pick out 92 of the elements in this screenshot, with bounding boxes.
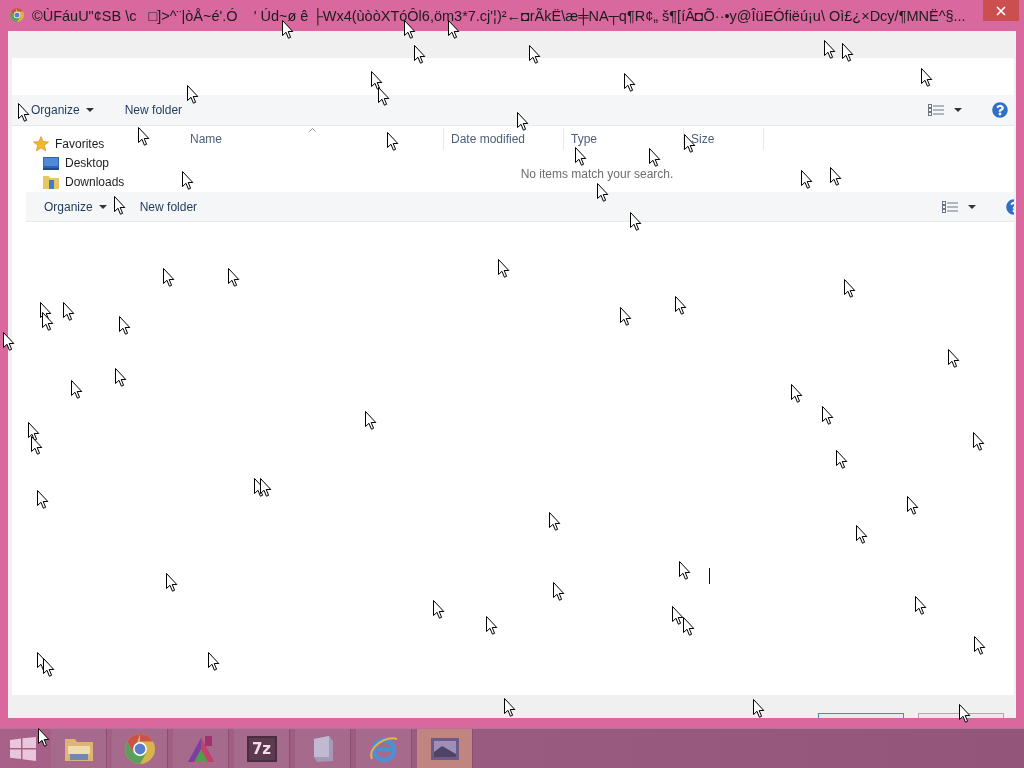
view-options-button[interactable]: [928, 104, 962, 116]
cursor-icon: [119, 316, 131, 335]
downloads-folder-icon: [43, 174, 59, 189]
cursor-icon: [71, 380, 83, 399]
cursor-icon: [683, 617, 695, 636]
cursor-icon: [63, 302, 75, 321]
new-folder-button[interactable]: New folder: [139, 199, 198, 214]
cursor-icon: [208, 652, 220, 671]
caret-icon: [98, 204, 107, 209]
cursor-icon: [907, 496, 919, 515]
cursor-icon: [679, 561, 691, 580]
caret-icon: [954, 108, 962, 112]
cursor-icon: [921, 68, 933, 87]
cursor-icon: [166, 573, 178, 592]
cursor-icon: [18, 103, 30, 122]
close-button[interactable]: [983, 0, 1019, 21]
cursor-icon: [504, 698, 516, 717]
cursor-icon: [182, 171, 194, 190]
cursor-icon: [836, 450, 848, 469]
cursor-icon: [43, 658, 55, 677]
help-icon: [992, 102, 1008, 118]
new-folder-button[interactable]: New folder: [124, 103, 183, 117]
cursor-icon: [830, 167, 842, 186]
cursor-icon: [791, 384, 803, 403]
archive-logo: 7z: [246, 735, 277, 762]
cursor-icon: [620, 307, 632, 326]
cursor-icon: [856, 525, 868, 544]
chrome-icon: [10, 8, 24, 22]
taskbar-button[interactable]: [295, 729, 351, 768]
taskbar-button[interactable]: [173, 729, 229, 768]
cursor-icon: [948, 349, 960, 368]
cursor-icon: [37, 490, 49, 509]
cursor-icon: [38, 728, 50, 747]
cursor-icon: [959, 704, 971, 723]
cursor-icon: [753, 699, 765, 718]
view-list-icon: [928, 104, 944, 116]
window-title: ©ÙFáuU"¢SB \c □]>^¨|òÅ~é'.Ó ' Úd~ø ê ├Wx4(ùòòXTóÔl6,öm3*7.cj'¦)²←◘rÃkË\æ╪NA┬q¶R¢„ š¶[íÂ◘Õ··•y@ÎüEÓfiëú¡u\ Oì£¿×Dcy/¶MNË^§...: [32, 8, 967, 24]
cursor-icon: [822, 406, 834, 425]
cursor-icon: [365, 411, 377, 430]
cursor-icon: [282, 20, 294, 39]
view-options-button[interactable]: [942, 200, 976, 213]
cursor-icon: [801, 170, 813, 189]
cursor-icon: [163, 268, 175, 287]
chrome-icon: [124, 733, 155, 764]
taskbar-button[interactable]: 7z: [234, 729, 290, 768]
nav-label: Downloads: [65, 174, 125, 189]
cursor-icon: [498, 259, 510, 278]
cursor-icon: [115, 368, 127, 387]
nav-label: Favorites: [55, 136, 105, 151]
text-cursor-icon: [709, 568, 710, 584]
caret-icon: [85, 108, 94, 112]
cursor-icon: [672, 606, 684, 625]
nav-item[interactable]: Desktop: [12, 153, 180, 172]
help-button[interactable]: [992, 102, 1008, 118]
browser-globe-icon: [368, 734, 399, 763]
cursor-icon: [624, 73, 636, 92]
cursor-icon: [553, 582, 565, 601]
taskbar-button[interactable]: [112, 729, 168, 768]
cursor-icon: [31, 436, 43, 455]
triangle-app-icon: [185, 733, 216, 764]
nav-item[interactable]: Downloads: [12, 172, 180, 191]
cursor-icon: [675, 296, 687, 315]
taskbar-button[interactable]: [417, 729, 473, 768]
cursor-icon: [433, 600, 445, 619]
cursor-icon: [974, 636, 986, 655]
organize-button[interactable]: Organize: [31, 103, 94, 117]
cursor-icon: [114, 196, 126, 215]
picture-viewer-icon: [429, 736, 460, 761]
taskbar-button[interactable]: [51, 729, 107, 768]
view-list-icon: [942, 200, 958, 213]
cursor-icon: [549, 512, 561, 531]
cursor-icon: [844, 279, 856, 298]
organize-button[interactable]: Organize: [44, 199, 107, 214]
nav-label: Desktop: [65, 155, 110, 170]
cursor-icon: [387, 132, 399, 151]
desktop-icon: [43, 155, 59, 170]
cursor-icon: [575, 147, 587, 166]
cursor-icon: [973, 432, 985, 451]
windows-logo-icon: [10, 736, 36, 761]
cursor-icon: [915, 596, 927, 615]
star-icon: [33, 135, 49, 152]
cursor-icon: [260, 478, 272, 497]
close-icon: [996, 5, 1006, 16]
cursor-icon: [649, 148, 661, 167]
cursor-icon: [228, 268, 240, 287]
caret-icon: [968, 204, 976, 209]
nav-item[interactable]: Favorites: [12, 134, 180, 153]
cursor-icon: [42, 312, 54, 331]
cursor-icon: [28, 422, 40, 441]
cursor-icon: [371, 71, 383, 90]
empty-message: No items match your search.: [520, 167, 674, 181]
cursor-icon: [486, 616, 498, 635]
